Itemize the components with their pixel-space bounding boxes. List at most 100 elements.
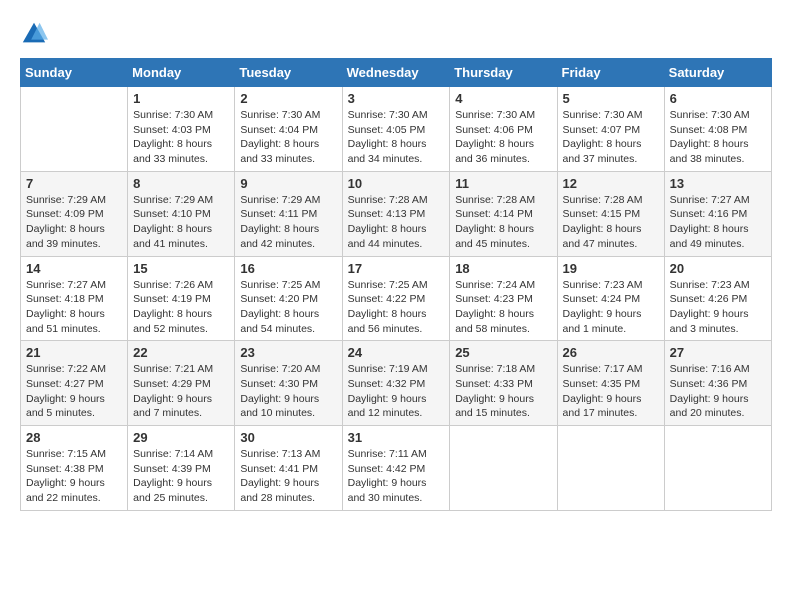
calendar-cell: 8 Sunrise: 7:29 AM Sunset: 4:10 PM Daylig… [128,171,235,256]
day-number: 19 [563,261,659,276]
day-number: 10 [348,176,445,191]
day-info: Sunrise: 7:13 AM Sunset: 4:41 PM Dayligh… [240,447,336,506]
day-info: Sunrise: 7:14 AM Sunset: 4:39 PM Dayligh… [133,447,229,506]
day-number: 5 [563,91,659,106]
calendar-cell: 17 Sunrise: 7:25 AM Sunset: 4:22 PM Dayli… [342,256,450,341]
calendar-cell [450,426,557,511]
calendar-cell: 13 Sunrise: 7:27 AM Sunset: 4:16 PM Dayli… [664,171,771,256]
day-number: 9 [240,176,336,191]
day-number: 22 [133,345,229,360]
calendar-cell: 31Sunrise: 7:11 AM Sunset: 4:42 PM Dayli… [342,426,450,511]
calendar-cell: 27Sunrise: 7:16 AM Sunset: 4:36 PM Dayli… [664,341,771,426]
day-info: Sunrise: 7:29 AM Sunset: 4:10 PM Dayligh… [133,193,229,252]
day-number: 15 [133,261,229,276]
day-number: 18 [455,261,551,276]
day-number: 2 [240,91,336,106]
calendar-cell: 12 Sunrise: 7:28 AM Sunset: 4:15 PM Dayli… [557,171,664,256]
day-info: Sunrise: 7:11 AM Sunset: 4:42 PM Dayligh… [348,447,445,506]
day-info: Sunrise: 7:25 AM Sunset: 4:20 PM Dayligh… [240,278,336,337]
day-info: Sunrise: 7:27 AM Sunset: 4:18 PM Dayligh… [26,278,122,337]
day-info: Sunrise: 7:30 AM Sunset: 4:07 PM Dayligh… [563,108,659,167]
day-info: Sunrise: 7:26 AM Sunset: 4:19 PM Dayligh… [133,278,229,337]
calendar-cell: 6Sunrise: 7:30 AM Sunset: 4:08 PM Daylig… [664,87,771,172]
day-info: Sunrise: 7:28 AM Sunset: 4:15 PM Dayligh… [563,193,659,252]
day-number: 1 [133,91,229,106]
day-info: Sunrise: 7:21 AM Sunset: 4:29 PM Dayligh… [133,362,229,421]
day-info: Sunrise: 7:30 AM Sunset: 4:03 PM Dayligh… [133,108,229,167]
calendar-cell: 7 Sunrise: 7:29 AM Sunset: 4:09 PM Daylig… [21,171,128,256]
day-info: Sunrise: 7:30 AM Sunset: 4:06 PM Dayligh… [455,108,551,167]
day-number: 30 [240,430,336,445]
calendar-week-row: 28 Sunrise: 7:15 AM Sunset: 4:38 PM Dayli… [21,426,772,511]
calendar-cell: 1 Sunrise: 7:30 AM Sunset: 4:03 PM Daylig… [128,87,235,172]
calendar-week-row: 14Sunrise: 7:27 AM Sunset: 4:18 PM Dayli… [21,256,772,341]
weekday-header-row: SundayMondayTuesdayWednesdayThursdayFrid… [21,59,772,87]
calendar-cell: 23 Sunrise: 7:20 AM Sunset: 4:30 PM Dayli… [235,341,342,426]
day-number: 13 [670,176,766,191]
day-number: 3 [348,91,445,106]
calendar-cell: 20 Sunrise: 7:23 AM Sunset: 4:26 PM Dayli… [664,256,771,341]
day-number: 16 [240,261,336,276]
day-number: 25 [455,345,551,360]
day-number: 24 [348,345,445,360]
day-number: 4 [455,91,551,106]
day-info: Sunrise: 7:28 AM Sunset: 4:13 PM Dayligh… [348,193,445,252]
calendar-cell: 9 Sunrise: 7:29 AM Sunset: 4:11 PM Daylig… [235,171,342,256]
calendar-cell: 14Sunrise: 7:27 AM Sunset: 4:18 PM Dayli… [21,256,128,341]
day-info: Sunrise: 7:27 AM Sunset: 4:16 PM Dayligh… [670,193,766,252]
calendar-cell: 10 Sunrise: 7:28 AM Sunset: 4:13 PM Dayli… [342,171,450,256]
weekday-header-wednesday: Wednesday [342,59,450,87]
weekday-header-saturday: Saturday [664,59,771,87]
day-info: Sunrise: 7:30 AM Sunset: 4:05 PM Dayligh… [348,108,445,167]
day-number: 23 [240,345,336,360]
day-number: 26 [563,345,659,360]
day-info: Sunrise: 7:23 AM Sunset: 4:26 PM Dayligh… [670,278,766,337]
calendar-cell: 19 Sunrise: 7:23 AM Sunset: 4:24 PM Dayli… [557,256,664,341]
calendar-week-row: 21Sunrise: 7:22 AM Sunset: 4:27 PM Dayli… [21,341,772,426]
calendar-cell [557,426,664,511]
day-info: Sunrise: 7:25 AM Sunset: 4:22 PM Dayligh… [348,278,445,337]
calendar-cell: 29Sunrise: 7:14 AM Sunset: 4:39 PM Dayli… [128,426,235,511]
weekday-header-tuesday: Tuesday [235,59,342,87]
calendar-cell [21,87,128,172]
calendar-cell: 2 Sunrise: 7:30 AM Sunset: 4:04 PM Daylig… [235,87,342,172]
day-info: Sunrise: 7:16 AM Sunset: 4:36 PM Dayligh… [670,362,766,421]
day-number: 28 [26,430,122,445]
day-number: 17 [348,261,445,276]
day-info: Sunrise: 7:20 AM Sunset: 4:30 PM Dayligh… [240,362,336,421]
day-info: Sunrise: 7:24 AM Sunset: 4:23 PM Dayligh… [455,278,551,337]
day-info: Sunrise: 7:23 AM Sunset: 4:24 PM Dayligh… [563,278,659,337]
calendar-cell: 30 Sunrise: 7:13 AM Sunset: 4:41 PM Dayli… [235,426,342,511]
day-number: 20 [670,261,766,276]
calendar-cell: 5 Sunrise: 7:30 AM Sunset: 4:07 PM Daylig… [557,87,664,172]
weekday-header-friday: Friday [557,59,664,87]
calendar-cell: 25 Sunrise: 7:18 AM Sunset: 4:33 PM Dayli… [450,341,557,426]
day-number: 8 [133,176,229,191]
day-number: 6 [670,91,766,106]
day-number: 12 [563,176,659,191]
calendar-table: SundayMondayTuesdayWednesdayThursdayFrid… [20,58,772,511]
calendar-cell: 26 Sunrise: 7:17 AM Sunset: 4:35 PM Dayli… [557,341,664,426]
day-info: Sunrise: 7:29 AM Sunset: 4:11 PM Dayligh… [240,193,336,252]
calendar-cell: 15 Sunrise: 7:26 AM Sunset: 4:19 PM Dayli… [128,256,235,341]
day-number: 21 [26,345,122,360]
header [20,20,772,48]
day-info: Sunrise: 7:15 AM Sunset: 4:38 PM Dayligh… [26,447,122,506]
calendar-cell: 3 Sunrise: 7:30 AM Sunset: 4:05 PM Daylig… [342,87,450,172]
day-info: Sunrise: 7:28 AM Sunset: 4:14 PM Dayligh… [455,193,551,252]
logo [20,20,52,48]
day-number: 7 [26,176,122,191]
day-info: Sunrise: 7:29 AM Sunset: 4:09 PM Dayligh… [26,193,122,252]
calendar-week-row: 7 Sunrise: 7:29 AM Sunset: 4:09 PM Daylig… [21,171,772,256]
calendar-cell: 28 Sunrise: 7:15 AM Sunset: 4:38 PM Dayli… [21,426,128,511]
day-info: Sunrise: 7:19 AM Sunset: 4:32 PM Dayligh… [348,362,445,421]
day-info: Sunrise: 7:30 AM Sunset: 4:04 PM Dayligh… [240,108,336,167]
day-info: Sunrise: 7:17 AM Sunset: 4:35 PM Dayligh… [563,362,659,421]
calendar-week-row: 1 Sunrise: 7:30 AM Sunset: 4:03 PM Daylig… [21,87,772,172]
weekday-header-thursday: Thursday [450,59,557,87]
calendar-cell: 22 Sunrise: 7:21 AM Sunset: 4:29 PM Dayli… [128,341,235,426]
day-number: 11 [455,176,551,191]
weekday-header-monday: Monday [128,59,235,87]
calendar-cell: 4 Sunrise: 7:30 AM Sunset: 4:06 PM Daylig… [450,87,557,172]
day-info: Sunrise: 7:18 AM Sunset: 4:33 PM Dayligh… [455,362,551,421]
